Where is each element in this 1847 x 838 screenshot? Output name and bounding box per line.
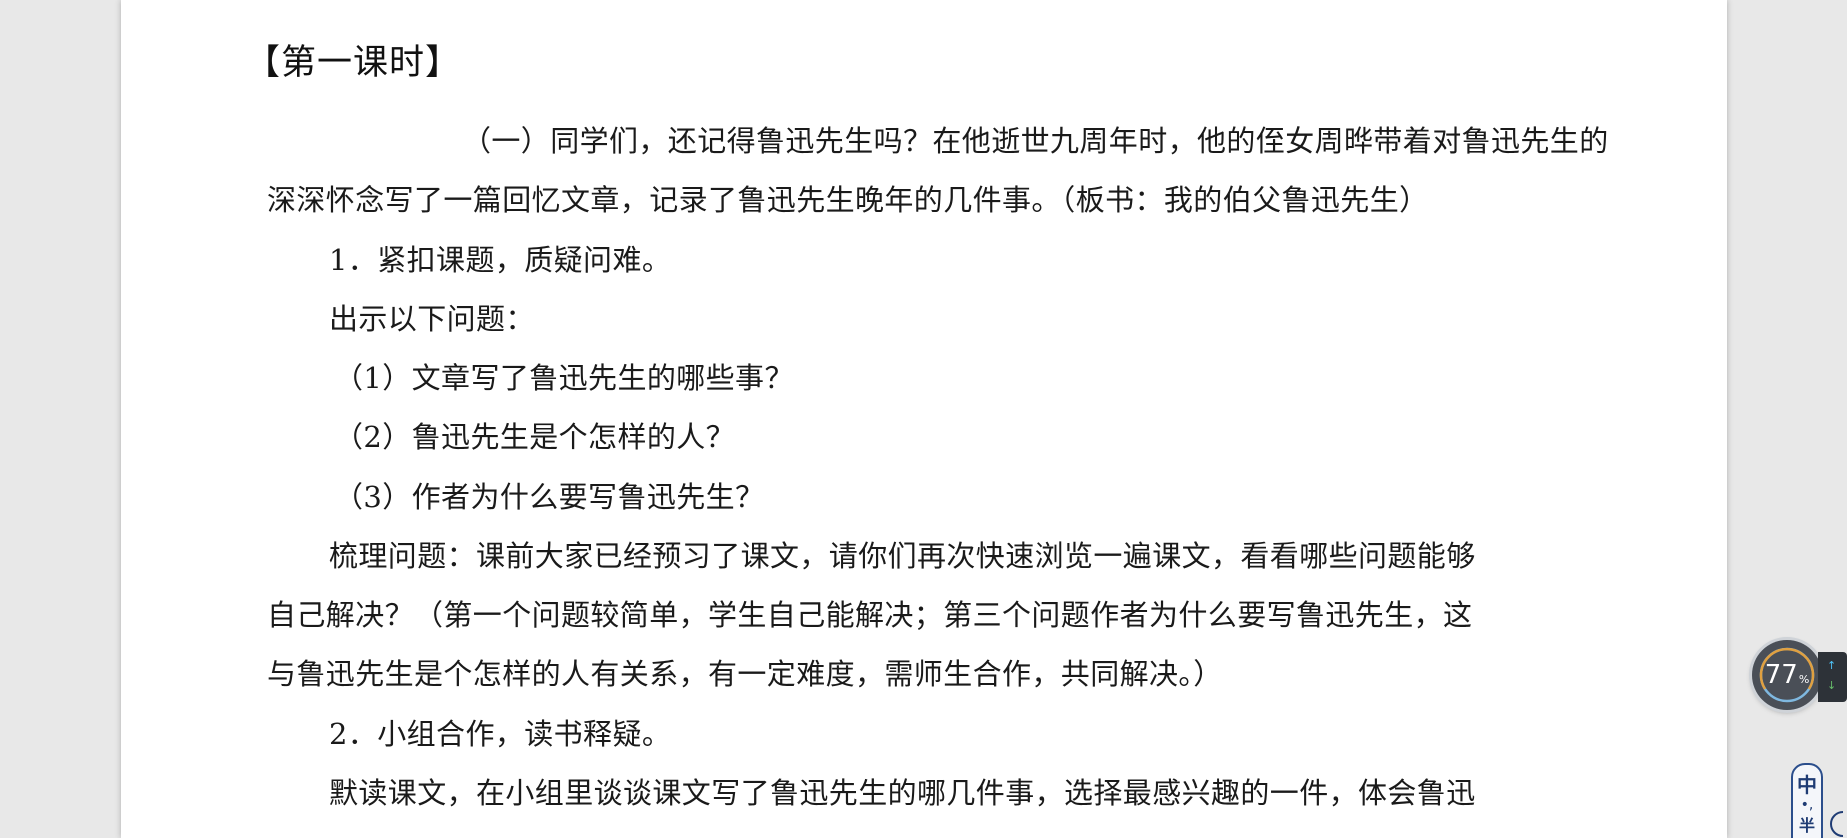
speed-unit: % (1798, 673, 1810, 686)
ime-punct-mode[interactable]: •, (1793, 798, 1821, 812)
document-page: 【第一课时】 （一）同学们，还记得鲁迅先生吗？在他逝世九周年时，他的侄女周晔带着… (121, 0, 1727, 838)
paragraph-line: 出示以下问题： (329, 302, 535, 336)
question-line: （2）鲁迅先生是个怎样的人？ (334, 420, 736, 454)
moon-icon[interactable] (1825, 808, 1847, 838)
ime-toolbar[interactable]: 中 •, 半 (1791, 763, 1823, 838)
section-heading: 【第一课时】 (245, 43, 462, 83)
speed-percent: 77% (1765, 662, 1810, 688)
paragraph-line: 自己解决？（第一个问题较简单，学生自己能解决；第三个问题作者为什么要写鲁迅先生，… (267, 598, 1473, 632)
ime-width-mode[interactable]: 半 (1793, 812, 1821, 836)
speed-value: 77 (1764, 660, 1798, 690)
paragraph-line: 与鲁迅先生是个怎样的人有关系，有一定难度，需师生合作，共同解决。） (267, 657, 1223, 691)
document-viewport[interactable]: 【第一课时】 （一）同学们，还记得鲁迅先生吗？在他逝世九周年时，他的侄女周晔带着… (0, 0, 1847, 838)
paragraph-line: 深深怀念写了一篇回忆文章，记录了鲁迅先生晚年的几件事。（板书：我的伯父鲁迅先生） (267, 183, 1429, 217)
paragraph-line: 默读课文，在小组里谈谈课文写了鲁迅先生的哪几件事，选择最感兴趣的一件，体会鲁迅 (329, 776, 1476, 810)
question-line: （3）作者为什么要写鲁迅先生？ (334, 480, 765, 514)
paragraph-line: 梳理问题：课前大家已经预习了课文，请你们再次快速浏览一遍课文，看看哪些问题能够 (329, 539, 1476, 573)
paragraph-line: 2．小组合作，读书释疑。 (329, 717, 672, 751)
speed-side-panel[interactable]: ↑ ↓ (1818, 652, 1847, 702)
network-speed-widget[interactable]: 77% (1752, 640, 1822, 710)
paragraph-line: 1．紧扣课题，质疑问难。 (329, 243, 672, 277)
question-line: （1）文章写了鲁迅先生的哪些事？ (334, 361, 794, 395)
upload-arrow-icon: ↑ (1827, 659, 1837, 672)
paragraph-line: （一）同学们，还记得鲁迅先生吗？在他逝世九周年时，他的侄女周晔带着对鲁迅先生的 (462, 124, 1609, 158)
download-arrow-icon: ↓ (1827, 679, 1837, 692)
ime-chinese-mode[interactable]: 中 (1793, 769, 1821, 798)
